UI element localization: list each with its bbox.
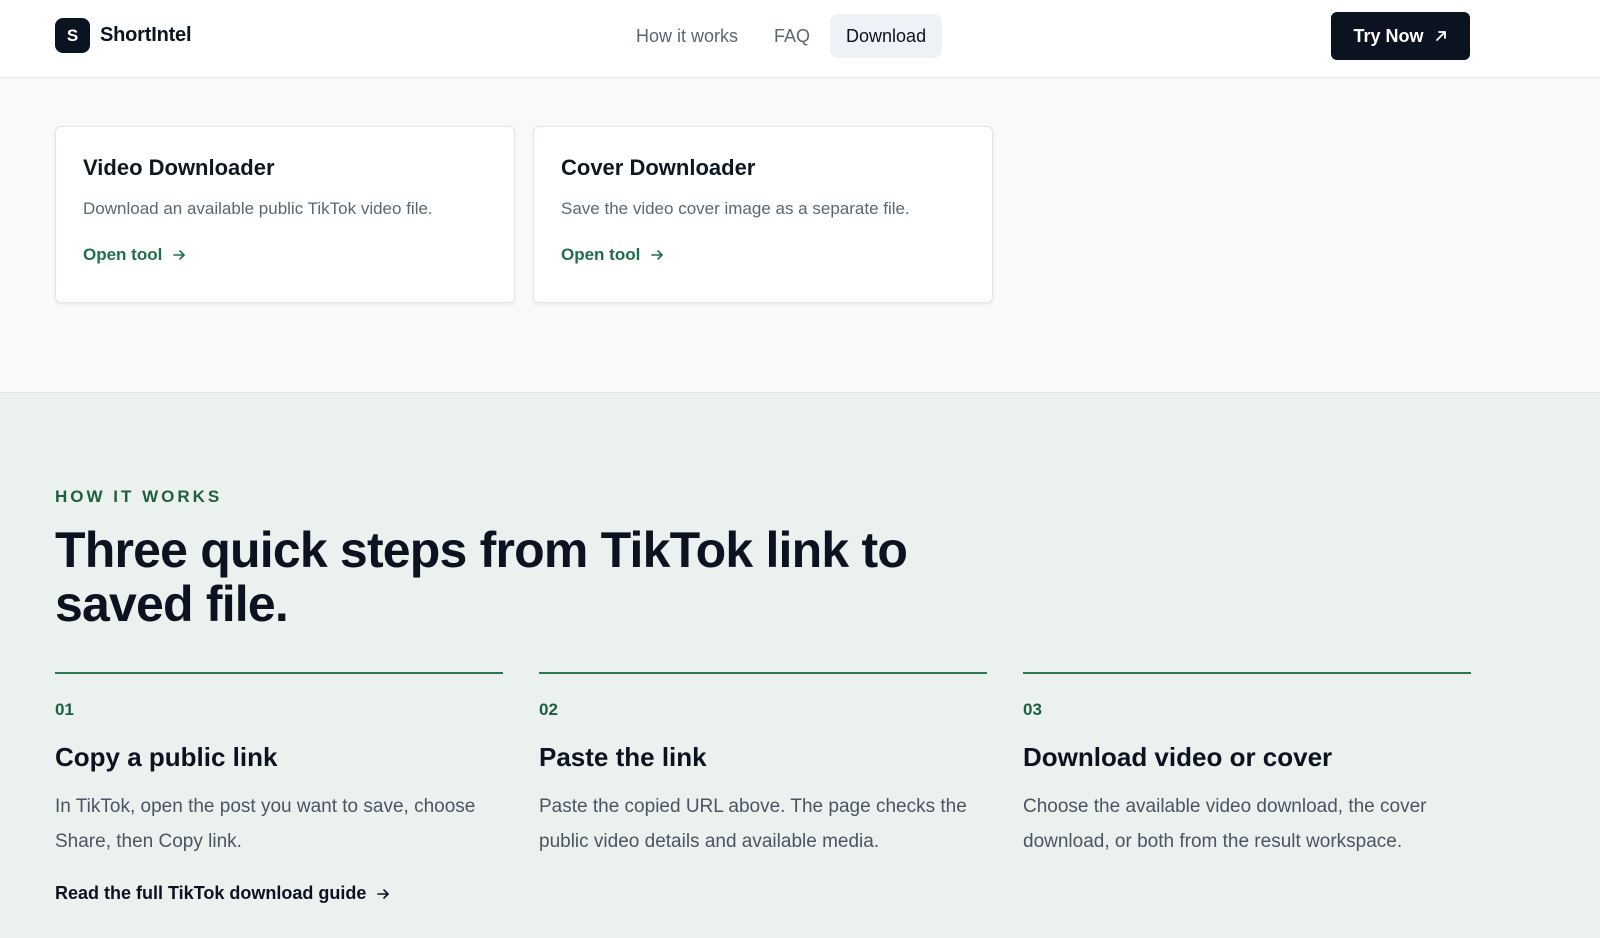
tool-card-cover-downloader[interactable]: Cover Downloader Save the video cover im… <box>533 126 993 303</box>
section-eyebrow: HOW IT WORKS <box>55 487 223 506</box>
tool-card-video-downloader[interactable]: Video Downloader Download an available p… <box>55 126 515 303</box>
site-header: S ShortIntel How it works FAQ Download T… <box>0 0 1600 78</box>
step-item: 03 Download video or cover Choose the av… <box>1023 672 1471 859</box>
arrow-right-icon <box>651 250 664 260</box>
how-it-works-section: HOW IT WORKS Three quick steps from TikT… <box>0 393 1600 938</box>
try-now-button[interactable]: Try Now <box>1331 12 1470 60</box>
nav-download[interactable]: Download <box>830 14 943 58</box>
arrow-right-icon <box>173 250 186 260</box>
open-tool-label: Open tool <box>83 245 163 264</box>
brand-logo-link[interactable]: S ShortIntel <box>55 18 192 53</box>
step-title: Copy a public link <box>55 742 278 772</box>
step-title: Paste the link <box>539 742 707 772</box>
step-title: Download video or cover <box>1023 742 1333 772</box>
tool-card-description: Download an available public TikTok vide… <box>83 199 433 218</box>
brand-logo-icon: S <box>55 18 90 53</box>
brand-name: ShortIntel <box>100 24 192 46</box>
download-guide-label: Read the full TikTok download guide <box>55 883 367 903</box>
download-guide-link[interactable]: Read the full TikTok download guide <box>55 883 390 904</box>
main-nav: How it works FAQ Download <box>620 14 943 58</box>
step-number: 03 <box>1023 700 1042 719</box>
open-tool-label: Open tool <box>561 245 641 264</box>
tools-section: Video Downloader Download an available p… <box>0 78 1600 393</box>
section-headline: Three quick steps from TikTok link to sa… <box>55 522 908 632</box>
open-tool-link[interactable]: Open tool <box>83 245 186 265</box>
step-item: 02 Paste the link Paste the copied URL a… <box>539 672 987 859</box>
step-description: Choose the available video download, the… <box>1023 796 1427 852</box>
tool-card-description: Save the video cover image as a separate… <box>561 199 910 218</box>
nav-faq[interactable]: FAQ <box>758 14 826 58</box>
step-description: Paste the copied URL above. The page che… <box>539 796 967 852</box>
step-item: 01 Copy a public link In TikTok, open th… <box>55 672 503 859</box>
arrow-right-icon <box>377 888 390 899</box>
step-number: 02 <box>539 700 558 719</box>
tool-card-title: Cover Downloader <box>561 155 756 180</box>
arrow-up-right-icon <box>1435 31 1446 41</box>
tool-card-title: Video Downloader <box>83 155 275 180</box>
step-description: In TikTok, open the post you want to sav… <box>55 796 476 852</box>
try-now-label: Try Now <box>1353 25 1424 46</box>
nav-how-it-works[interactable]: How it works <box>620 14 754 58</box>
open-tool-link[interactable]: Open tool <box>561 245 664 265</box>
step-number: 01 <box>55 700 74 719</box>
